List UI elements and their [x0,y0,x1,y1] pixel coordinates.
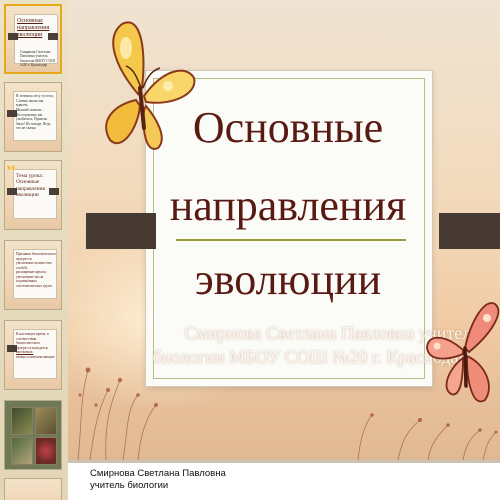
photo-tile [11,437,33,465]
thumb-line: Тема урока: [16,173,44,179]
slide-thumbnail-3[interactable]: Тема урока: Основные направления эволюции [4,160,62,230]
thumb-line: направления [17,25,50,31]
photo-tile [35,407,57,435]
thumbnail-text-2: В зеленом лесу густом, Славно жили мы вдв… [16,94,56,112]
decor-band-right [439,213,500,249]
thumbnail-text-3: Тема урока: Основные направления эволюции [16,173,56,199]
thumb-line: птицы и млекопитающие [16,354,55,359]
thumbnail-text-5: В настоящее время, в соответствии биологи… [16,332,56,359]
thumb-line: Мышей ловили... [16,107,44,112]
thumb-line: Признаки биологического прогресса: [16,252,56,261]
thumb-line: эволюции [17,32,43,38]
title-divider [176,239,406,241]
thumb-line: насекомые, [16,350,34,354]
thumbnail-subtitle-1: Смирнова Светлана Павловна учитель биоло… [20,50,55,68]
thumb-line: увеличение числа подчинённых систематиче… [16,274,52,288]
slide-thumbnail-rail: Основные направления эволюции Смирнова Све… [0,0,69,500]
thumb-line: Основные [17,18,43,24]
slide-thumbnail-1[interactable]: Основные направления эволюции Смирнова Све… [4,4,62,74]
thumbnail-title-1: Основные направления эволюции [17,18,57,39]
slide-thumbnail-7[interactable] [4,478,62,500]
thumb-line: В настоящее время, в соответствии [16,332,49,341]
thumb-line: Основные [16,179,40,186]
slide-title-line-3[interactable]: эволюции [145,255,431,305]
notes-line-2: учитель биологии [90,480,169,491]
thumb-line: Славно жили мы вдвоем. [16,98,44,108]
speaker-notes-pane[interactable]: Смирнова Светлана Павловна учитель биоло… [68,460,500,500]
slide-thumbnail-5[interactable]: В настоящее время, в соответствии биологи… [4,320,62,390]
slide-canvas: Основные направления эволюции Смирнова С… [68,0,500,460]
slide-thumbnail-6[interactable] [4,400,62,470]
slide-thumbnail-4[interactable]: Признаки биологического прогресса: увелич… [4,240,62,310]
thumb-line: эволюции [16,192,39,199]
thumbnail-text-4: Признаки биологического прогресса: увелич… [16,252,56,288]
notes-line-1: Смирнова Светлана Павловна [90,468,226,479]
yellow-butterfly-icon[interactable] [86,18,198,158]
photo-tile [35,437,57,465]
thumbnail-subtitle-2: Восторженно мы улыбались, Приятно было! … [16,113,51,131]
thumb-line: расширение ареала; [16,270,47,274]
slide-author-line-2[interactable]: биологии МБОУ СОШ №20 г. Краснодар [150,346,470,368]
photo-tile [11,407,33,435]
thumb-line: направления [16,185,45,192]
pink-butterfly-icon[interactable] [423,290,500,410]
slide-thumbnail-2[interactable]: В зеленом лесу густом, Славно жили мы вдв… [4,82,62,152]
thumb-line: увеличение количества особей; [16,261,52,270]
thumbnail-photo-grid [11,407,57,465]
thumb-line: В зеленом лесу густом, [16,94,54,98]
thumb-line: биологического прогресса находятся: [16,341,49,350]
butterfly-icon [7,165,15,171]
slide-title-line-2[interactable]: направления [145,181,431,231]
